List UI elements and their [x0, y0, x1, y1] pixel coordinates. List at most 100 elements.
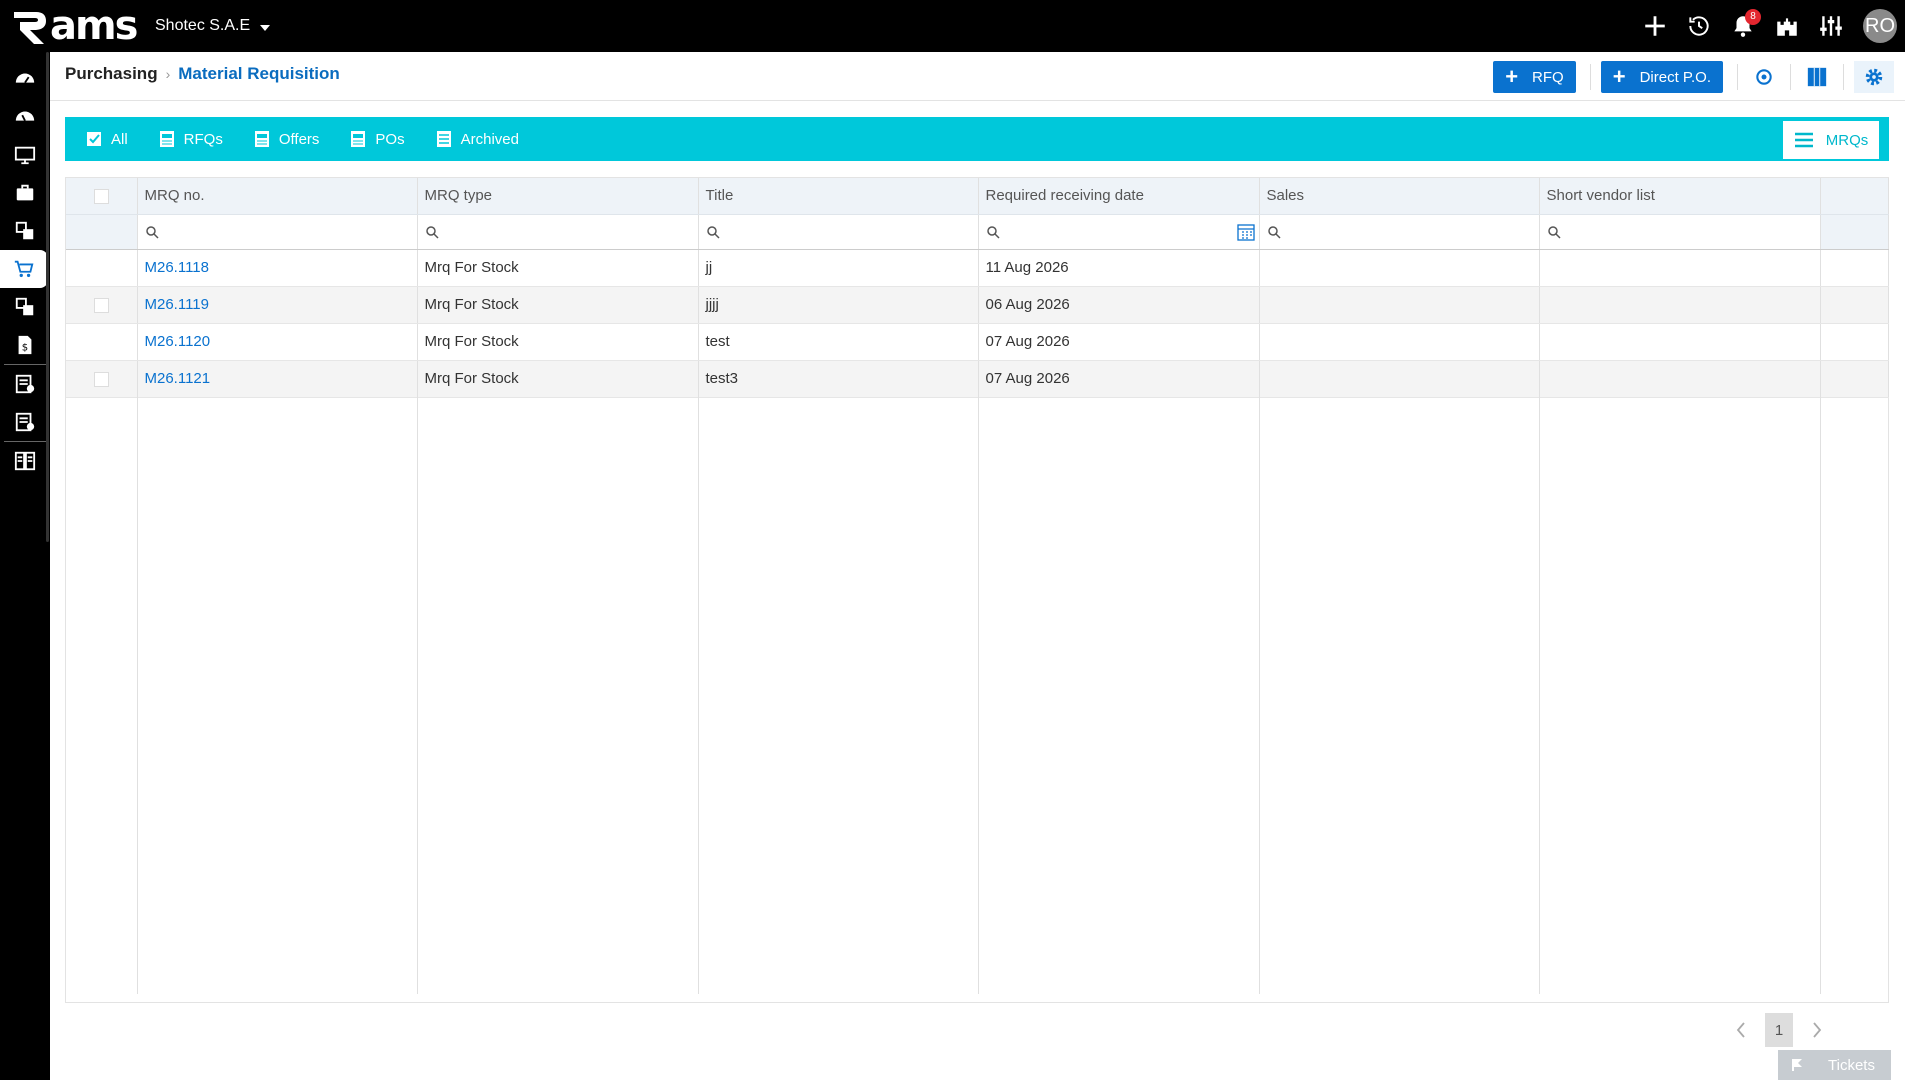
tickets-label: Tickets [1828, 1056, 1875, 1074]
sidebar-item-monitor[interactable] [0, 136, 50, 174]
tab-pos-label: POs [375, 130, 405, 148]
vendors-cell [1539, 360, 1821, 398]
column-divider [417, 396, 418, 994]
title-cell: jj [698, 249, 979, 287]
search-icon [1267, 226, 1281, 239]
row-select-cell [66, 249, 138, 287]
date-cell: 07 Aug 2026 [978, 323, 1260, 361]
add-rfq-button[interactable]: + RFQ [1493, 61, 1576, 93]
sidebar-item-rejections[interactable] [0, 403, 50, 441]
tab-mrqs[interactable]: MRQs [1783, 121, 1879, 159]
notifications-bell-icon[interactable]: 8 [1721, 0, 1765, 52]
filter-title[interactable] [698, 214, 979, 250]
sidebar-item-reports[interactable] [0, 442, 50, 480]
monitor-icon [14, 146, 36, 165]
column-header-required-date[interactable]: Required receiving date [978, 178, 1260, 215]
mrq-table: MRQ no. MRQ type Title Required receivin… [66, 178, 1889, 398]
column-divider [1539, 396, 1540, 994]
row-checkbox[interactable] [94, 371, 109, 387]
invoice-dollar-icon: $ [18, 335, 32, 355]
filter-short-vendor-list[interactable] [1539, 214, 1821, 250]
column-header-mrq-type[interactable]: MRQ type [417, 178, 699, 215]
sidebar-item-dashboard[interactable] [0, 60, 50, 98]
flag-icon [1792, 1059, 1802, 1071]
boxes-icon [15, 221, 34, 240]
table-row[interactable]: M26.1120 Mrq For Stock test 07 Aug 2026 [66, 323, 1889, 361]
column-header-sales[interactable]: Sales [1259, 178, 1540, 215]
sidebar-scrollbar[interactable] [46, 52, 49, 542]
search-icon [986, 226, 1000, 239]
spacer-cell [1820, 360, 1889, 398]
column-header-title[interactable]: Title [698, 178, 979, 215]
sidebar-item-analytics[interactable] [0, 98, 50, 136]
refresh-icon [1756, 69, 1772, 85]
user-avatar[interactable]: RO [1863, 9, 1897, 43]
report-grid-icon [14, 451, 36, 471]
app-logo[interactable]: ams [10, 3, 138, 49]
table-row[interactable]: M26.1119 Mrq For Stock jjjj 06 Aug 2026 [66, 286, 1889, 324]
filter-spacer [66, 214, 138, 250]
sidebar-item-approvals[interactable] [0, 365, 50, 403]
add-rfq-label: RFQ [1532, 68, 1564, 86]
sales-cell [1259, 249, 1540, 287]
search-icon [425, 226, 439, 239]
breadcrumb: Purchasing › Material Requisition [65, 64, 340, 84]
title-cell: test3 [698, 360, 979, 398]
row-select-cell [66, 323, 138, 361]
breadcrumb-root[interactable]: Purchasing [65, 64, 158, 84]
calendar-icon[interactable] [1236, 223, 1255, 241]
date-cell: 07 Aug 2026 [978, 360, 1260, 398]
table-row[interactable]: M26.1121 Mrq For Stock test3 07 Aug 2026 [66, 360, 1889, 398]
row-checkbox[interactable] [94, 297, 109, 313]
toolbar-divider [1737, 64, 1738, 90]
tab-all[interactable]: All [85, 129, 128, 149]
column-header-mrq-no[interactable]: MRQ no. [137, 178, 418, 215]
table-row[interactable]: M26.1118 Mrq For Stock jj 11 Aug 2026 [66, 249, 1889, 287]
sidebar-item-warehouse[interactable] [0, 288, 50, 326]
filter-sales[interactable] [1259, 214, 1540, 250]
empty-grid-area [66, 396, 1888, 994]
castle-icon[interactable] [1765, 0, 1809, 52]
toolbar-divider [1589, 64, 1591, 90]
mrq-no-link[interactable]: M26.1120 [137, 323, 418, 361]
tickets-button[interactable]: Tickets [1778, 1050, 1891, 1080]
sidebar-item-purchasing[interactable] [0, 250, 48, 288]
tab-pos[interactable]: POs [349, 129, 405, 149]
history-icon[interactable] [1677, 0, 1721, 52]
sidebar-item-finance[interactable]: $ [0, 326, 50, 364]
logo-mark-icon [14, 12, 46, 44]
checkbox-icon [85, 129, 103, 149]
tab-rfqs[interactable]: RFQs [158, 129, 223, 149]
settings-button[interactable] [1854, 61, 1894, 93]
sidebar-item-briefcase[interactable] [0, 174, 50, 212]
add-direct-po-button[interactable]: + Direct P.O. [1600, 61, 1723, 93]
company-switcher[interactable]: Shotec S.A.E [155, 17, 271, 35]
columns-toggle-button[interactable] [1795, 61, 1839, 93]
add-direct-po-label: Direct P.O. [1639, 68, 1711, 86]
toolbar-divider [1790, 64, 1791, 90]
tab-offers[interactable]: Offers [253, 129, 320, 149]
refresh-button[interactable] [1742, 61, 1786, 93]
prev-page-button[interactable] [1733, 1020, 1749, 1040]
tab-offers-label: Offers [278, 130, 320, 148]
vendors-cell [1539, 323, 1821, 361]
filter-mrq-no[interactable] [137, 214, 418, 250]
column-header-short-vendor-list[interactable]: Short vendor list [1539, 178, 1821, 215]
filter-mrq-type[interactable] [417, 214, 699, 250]
add-icon[interactable] [1633, 0, 1677, 52]
filter-tabs: All RFQs Offers POs Archived MRQs [65, 117, 1889, 161]
mrq-no-link[interactable]: M26.1118 [137, 249, 418, 287]
mrq-no-link[interactable]: M26.1119 [137, 286, 418, 324]
tab-archived[interactable]: Archived [435, 129, 519, 149]
mrq-no-link[interactable]: M26.1121 [137, 360, 418, 398]
select-all-checkbox[interactable] [94, 188, 109, 204]
sliders-icon[interactable] [1809, 0, 1853, 52]
page-number-button[interactable]: 1 [1765, 1013, 1793, 1047]
offer-doc-icon [253, 129, 271, 149]
chevron-down-icon [260, 25, 271, 31]
page-title: Material Requisition [178, 64, 340, 83]
next-page-button[interactable] [1809, 1020, 1825, 1040]
filter-required-date[interactable] [978, 214, 1260, 250]
sidebar-item-inventory[interactable] [0, 212, 50, 250]
shopping-cart-icon [14, 260, 34, 278]
